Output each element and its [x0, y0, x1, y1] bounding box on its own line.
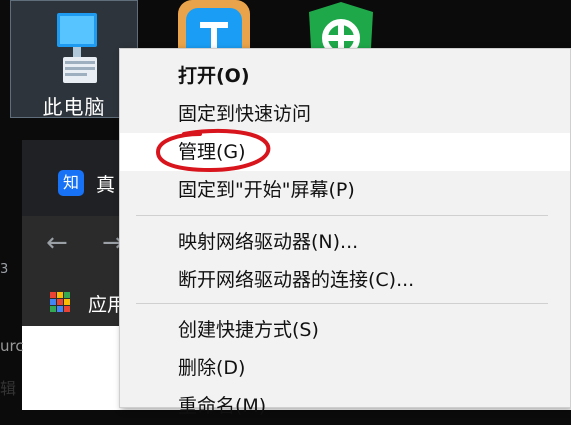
menu-separator — [136, 215, 548, 216]
context-menu: 打开(O) 固定到快速访问 管理(G) 固定到"开始"屏幕(P) 映射网络驱动器… — [119, 48, 571, 417]
menu-item-create-shortcut[interactable]: 创建快捷方式(S) — [120, 311, 570, 349]
content-text-1: urc — [0, 337, 24, 355]
menu-item-rename[interactable]: 重命名(M) — [120, 387, 570, 425]
apps-grid-icon[interactable] — [50, 292, 70, 312]
menu-item-map-network-drive[interactable]: 映射网络驱动器(N)... — [120, 223, 570, 261]
menu-item-disconnect-network-drive[interactable]: 断开网络驱动器的连接(C)... — [120, 261, 570, 299]
browser-small-number: 3 — [0, 262, 9, 277]
red-annotation-circle — [155, 128, 271, 173]
menu-item-delete[interactable]: 删除(D) — [120, 349, 570, 387]
zhihu-tab-icon: 知 — [58, 170, 84, 196]
content-text-2: 辑 — [0, 379, 17, 398]
menu-item-open[interactable]: 打开(O) — [120, 57, 570, 95]
computer-icon — [57, 13, 97, 83]
menu-separator — [136, 303, 548, 304]
menu-item-pin-start[interactable]: 固定到"开始"屏幕(P) — [120, 171, 570, 209]
browser-tab-title[interactable]: 真 — [96, 170, 115, 197]
back-arrow-icon[interactable]: ← — [46, 228, 68, 258]
